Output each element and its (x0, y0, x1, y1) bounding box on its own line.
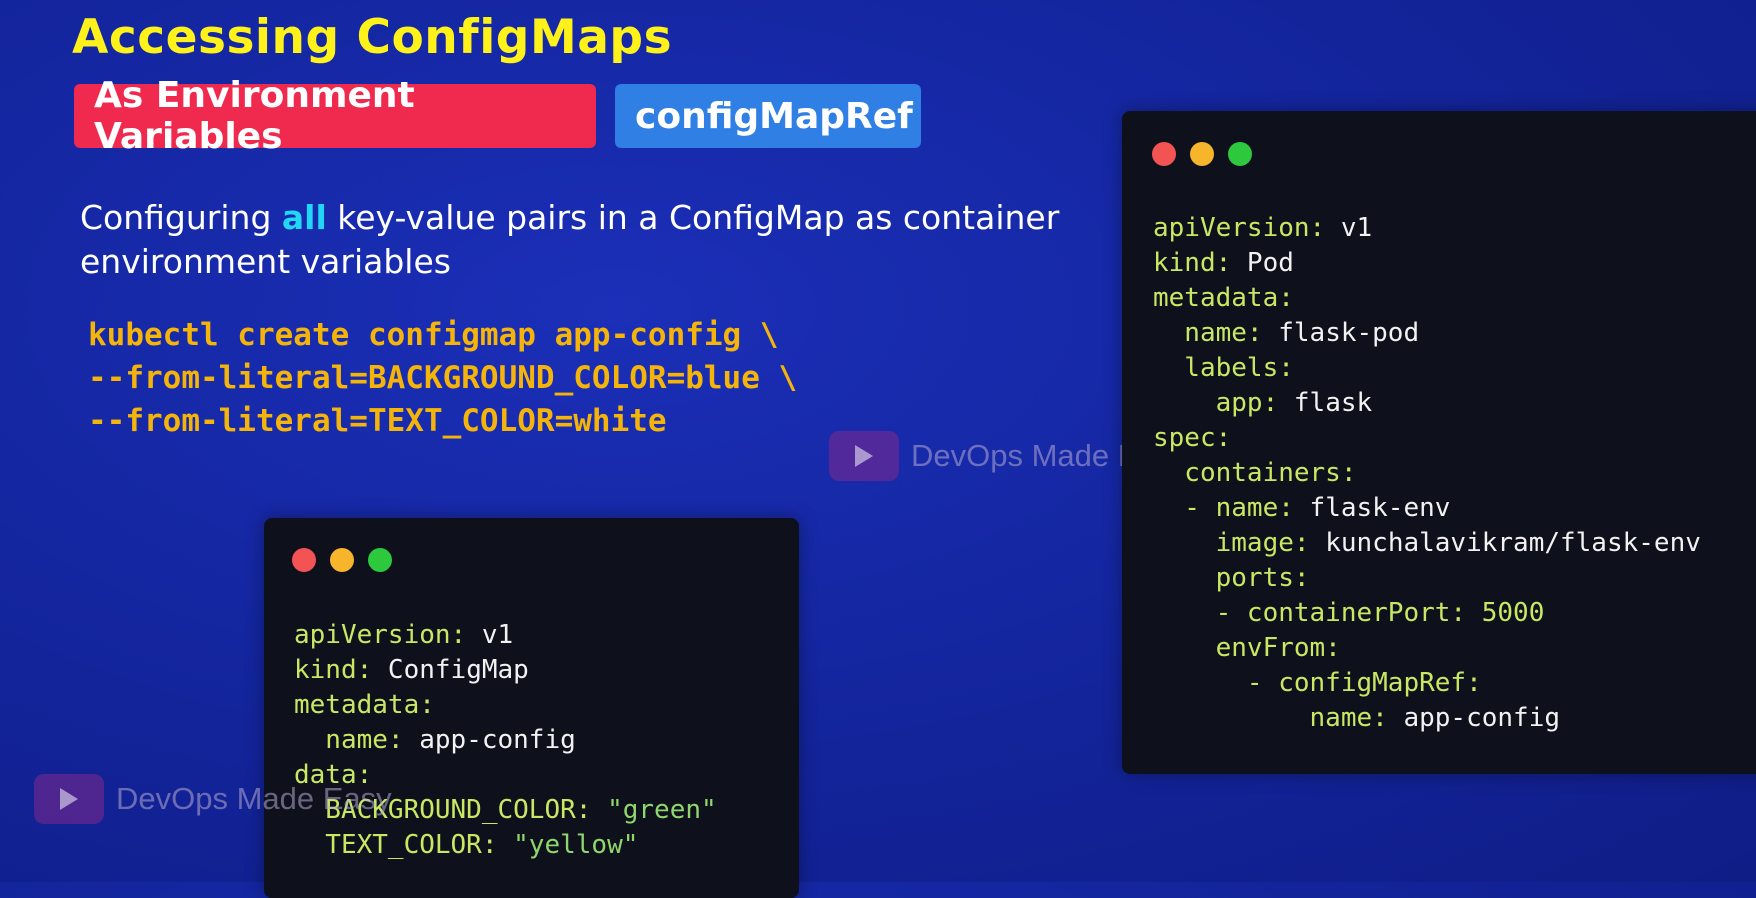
code-line: metadata: (1153, 283, 1294, 313)
window-controls (1152, 142, 1252, 166)
code-line: kind: Pod (1153, 248, 1294, 278)
code-line: ports: (1153, 563, 1310, 593)
code-line: name: app-config (294, 725, 576, 755)
command-line-2: --from-literal=BACKGROUND_COLOR=blue \ (88, 360, 798, 396)
description-before: Configuring (80, 198, 282, 237)
code-line: apiVersion: v1 (1153, 213, 1373, 243)
code-line: - name: flask-env (1153, 493, 1451, 523)
play-logo-icon (829, 431, 899, 481)
code-line: kind: ConfigMap (294, 655, 529, 685)
code-line: image: kunchalavikram/flask-env (1153, 528, 1701, 558)
command-line-1: kubectl create configmap app-config \ (88, 317, 779, 353)
minimize-dot-icon (1190, 142, 1214, 166)
window-controls (292, 548, 392, 572)
code-line: name: app-config (1153, 703, 1560, 733)
code-line: spec: (1153, 423, 1232, 453)
code-line: app: flask (1153, 388, 1373, 418)
code-line: containers: (1153, 458, 1357, 488)
watermark: DevOps Made Easy (34, 774, 392, 824)
maximize-dot-icon (368, 548, 392, 572)
code-line: - containerPort: 5000 (1153, 598, 1545, 628)
code-line: metadata: (294, 690, 435, 720)
config-map-ref-tag: configMapRef (615, 84, 921, 148)
code-line: envFrom: (1153, 633, 1341, 663)
close-dot-icon (1152, 142, 1176, 166)
watermark-text: DevOps Made Easy (116, 781, 392, 816)
description-highlight: all (281, 198, 327, 237)
code-line: labels: (1153, 353, 1294, 383)
command-line-3: --from-literal=TEXT_COLOR=white (88, 403, 667, 439)
maximize-dot-icon (1228, 142, 1252, 166)
slide-title: Accessing ConfigMaps (72, 10, 673, 65)
configmap-code-window: apiVersion: v1 kind: ConfigMap metadata: n… (264, 518, 799, 898)
pod-yaml: apiVersion: v1 kind: Pod metadata: name: f… (1153, 211, 1701, 736)
env-vars-tag: As Environment Variables (74, 75, 596, 157)
code-line: apiVersion: v1 (294, 620, 514, 650)
pod-code-window: apiVersion: v1 kind: Pod metadata: name: f… (1122, 111, 1756, 774)
kubectl-command: kubectl create configmap app-config \ --f… (88, 314, 797, 443)
code-line: name: flask-pod (1153, 318, 1420, 348)
close-dot-icon (292, 548, 316, 572)
code-line: TEXT_COLOR: "yellow" (294, 830, 639, 860)
minimize-dot-icon (330, 548, 354, 572)
code-line: - configMapRef: (1153, 668, 1482, 698)
play-logo-icon (34, 774, 104, 824)
configmap-yaml: apiVersion: v1 kind: ConfigMap metadata: n… (294, 618, 717, 863)
description: Configuring all key-value pairs in a Con… (80, 196, 1060, 284)
